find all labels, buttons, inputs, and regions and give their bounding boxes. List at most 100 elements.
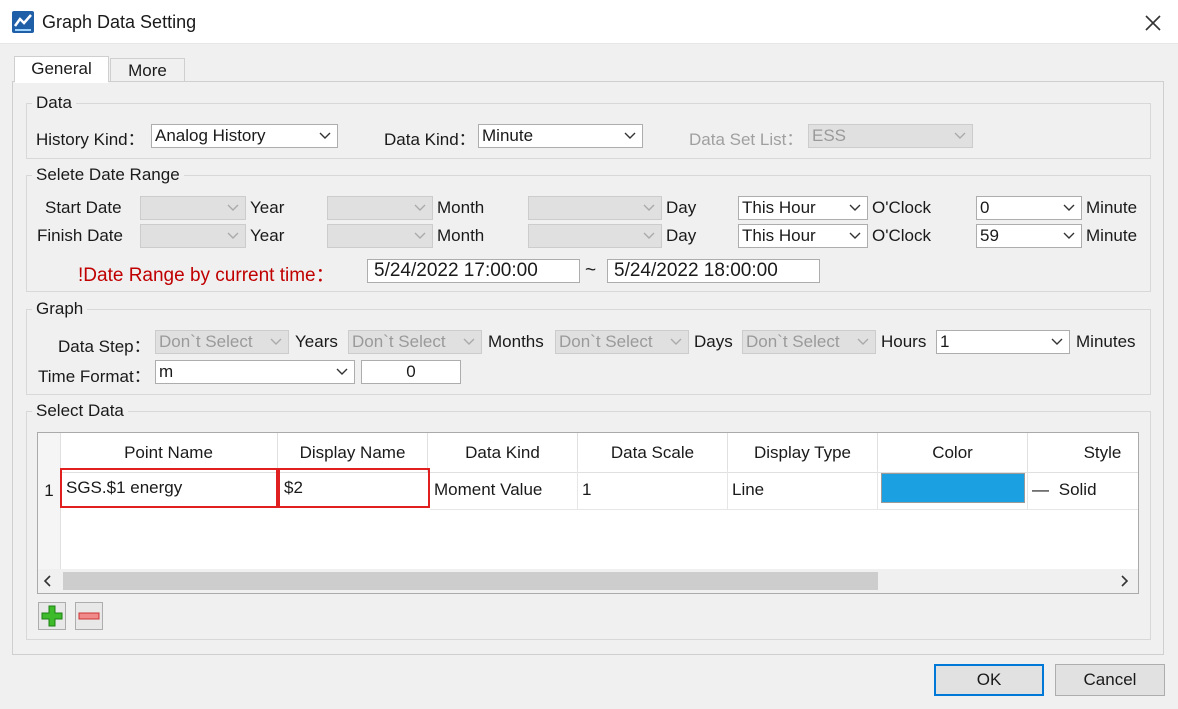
history-kind-select[interactable]: Analog History bbox=[151, 124, 338, 148]
display-type-cell[interactable]: Line bbox=[728, 470, 878, 510]
data-kind-select[interactable]: Minute bbox=[478, 124, 643, 148]
start-minute-select[interactable]: 0 bbox=[976, 196, 1082, 220]
years-step-value: Don`t Select bbox=[159, 332, 253, 351]
current-range-label: !Date Range by current time： bbox=[78, 265, 335, 286]
chevron-down-icon bbox=[849, 204, 861, 211]
chevron-down-icon bbox=[227, 232, 239, 239]
col-header-display-name[interactable]: Display Name bbox=[278, 433, 428, 473]
col-header-style[interactable]: Style bbox=[1028, 433, 1138, 473]
hours-step-value: Don`t Select bbox=[746, 332, 840, 351]
history-kind-label: History Kind： bbox=[36, 130, 145, 149]
add-row-button[interactable] bbox=[38, 602, 66, 630]
horizontal-scrollbar[interactable] bbox=[38, 569, 1138, 593]
finish-hour-unit: O'Clock bbox=[872, 226, 931, 245]
chevron-down-icon bbox=[643, 232, 655, 239]
col-header-data-kind[interactable]: Data Kind bbox=[428, 433, 578, 473]
years-unit: Years bbox=[295, 332, 338, 351]
data-scale-cell[interactable]: 1 bbox=[578, 470, 728, 510]
range-from-value: 5/24/2022 17:00:00 bbox=[374, 260, 538, 281]
data-set-list-value: ESS bbox=[812, 126, 847, 145]
range-from-field: 5/24/2022 17:00:00 bbox=[367, 259, 580, 283]
start-minute-unit: Minute bbox=[1086, 198, 1138, 217]
days-step-select: Don`t Select bbox=[555, 330, 689, 354]
time-format-value: m bbox=[159, 362, 174, 381]
range-to-value: 5/24/2022 18:00:00 bbox=[614, 260, 778, 281]
col-header-point-name[interactable]: Point Name bbox=[60, 433, 278, 473]
time-format-label: Time Format： bbox=[38, 367, 151, 386]
finish-year-unit: Year bbox=[250, 226, 285, 245]
finish-day-unit: Day bbox=[666, 226, 697, 245]
chevron-down-icon bbox=[643, 204, 655, 211]
tab-general-label: General bbox=[31, 59, 92, 78]
chevron-down-icon bbox=[624, 132, 636, 139]
color-swatch[interactable] bbox=[881, 473, 1025, 503]
tab-connector bbox=[15, 80, 108, 83]
style-line-glyph: — bbox=[1032, 480, 1049, 499]
graph-legend: Graph bbox=[32, 299, 88, 319]
time-format-number-input[interactable]: 0 bbox=[361, 360, 461, 384]
style-value: Solid bbox=[1058, 480, 1097, 499]
data-kind-cell[interactable]: Moment Value bbox=[430, 470, 578, 510]
finish-month-select bbox=[327, 224, 433, 248]
data-grid: Point Name Display Name Data Kind Data S… bbox=[37, 432, 1139, 594]
chevron-down-icon bbox=[670, 338, 682, 345]
time-format-select[interactable]: m bbox=[155, 360, 355, 384]
finish-year-select bbox=[140, 224, 246, 248]
months-step-value: Don`t Select bbox=[352, 332, 446, 351]
finish-hour-select[interactable]: This Hour bbox=[738, 224, 868, 248]
ok-button[interactable]: OK bbox=[934, 664, 1044, 696]
scroll-right-icon[interactable] bbox=[1118, 575, 1130, 587]
finish-minute-select[interactable]: 59 bbox=[976, 224, 1082, 248]
months-step-select: Don`t Select bbox=[348, 330, 482, 354]
finish-minute-value: 59 bbox=[980, 226, 999, 245]
col-header-color[interactable]: Color bbox=[878, 433, 1028, 473]
history-kind-value: Analog History bbox=[155, 126, 266, 145]
start-year-select bbox=[140, 196, 246, 220]
chevron-down-icon bbox=[270, 338, 282, 345]
tab-general[interactable]: General bbox=[14, 56, 109, 83]
hours-step-select: Don`t Select bbox=[742, 330, 876, 354]
minutes-step-select[interactable]: 1 bbox=[936, 330, 1070, 354]
start-day-unit: Day bbox=[666, 198, 697, 217]
select-data-legend: Select Data bbox=[32, 401, 128, 421]
col-header-data-scale[interactable]: Data Scale bbox=[578, 433, 728, 473]
remove-row-button[interactable] bbox=[75, 602, 103, 630]
hours-unit: Hours bbox=[881, 332, 927, 351]
display-name-cell[interactable]: $2 bbox=[278, 468, 430, 508]
months-unit: Months bbox=[488, 332, 544, 351]
start-hour-unit: O'Clock bbox=[872, 198, 931, 217]
cancel-button[interactable]: Cancel bbox=[1055, 664, 1165, 696]
chevron-down-icon bbox=[849, 232, 861, 239]
chevron-down-icon bbox=[1051, 338, 1063, 345]
chevron-down-icon bbox=[336, 368, 348, 375]
scroll-left-icon[interactable] bbox=[42, 575, 54, 587]
start-hour-select[interactable]: This Hour bbox=[738, 196, 868, 220]
start-hour-value: This Hour bbox=[742, 198, 816, 217]
close-icon[interactable] bbox=[1140, 10, 1166, 36]
point-name-cell[interactable]: SGS.$1 energy bbox=[60, 468, 278, 508]
data-set-list-label: Data Set List： bbox=[689, 130, 804, 149]
minus-icon bbox=[78, 612, 100, 620]
color-cell[interactable] bbox=[878, 470, 1028, 510]
data-group-legend: Data bbox=[32, 93, 76, 113]
scrollbar-thumb[interactable] bbox=[63, 572, 878, 590]
date-range-legend: Selete Date Range bbox=[32, 165, 184, 185]
start-month-unit: Month bbox=[437, 198, 485, 217]
days-step-value: Don`t Select bbox=[559, 332, 653, 351]
chevron-down-icon bbox=[414, 232, 426, 239]
data-kind-value: Minute bbox=[482, 126, 534, 145]
finish-date-label: Finish Date bbox=[37, 226, 123, 245]
style-cell[interactable]: — Solid bbox=[1028, 470, 1138, 510]
minutes-unit: Minutes bbox=[1076, 332, 1136, 351]
chevron-down-icon bbox=[414, 204, 426, 211]
finish-hour-value: This Hour bbox=[742, 226, 816, 245]
title-bar: Graph Data Setting bbox=[0, 0, 1178, 44]
tab-more[interactable]: More bbox=[110, 58, 185, 82]
finish-day-select bbox=[528, 224, 662, 248]
range-separator: ~ bbox=[585, 260, 597, 281]
tab-more-label: More bbox=[128, 61, 167, 80]
col-header-display-type[interactable]: Display Type bbox=[728, 433, 878, 473]
start-minute-value: 0 bbox=[980, 198, 990, 217]
days-unit: Days bbox=[694, 332, 733, 351]
chevron-down-icon bbox=[857, 338, 869, 345]
